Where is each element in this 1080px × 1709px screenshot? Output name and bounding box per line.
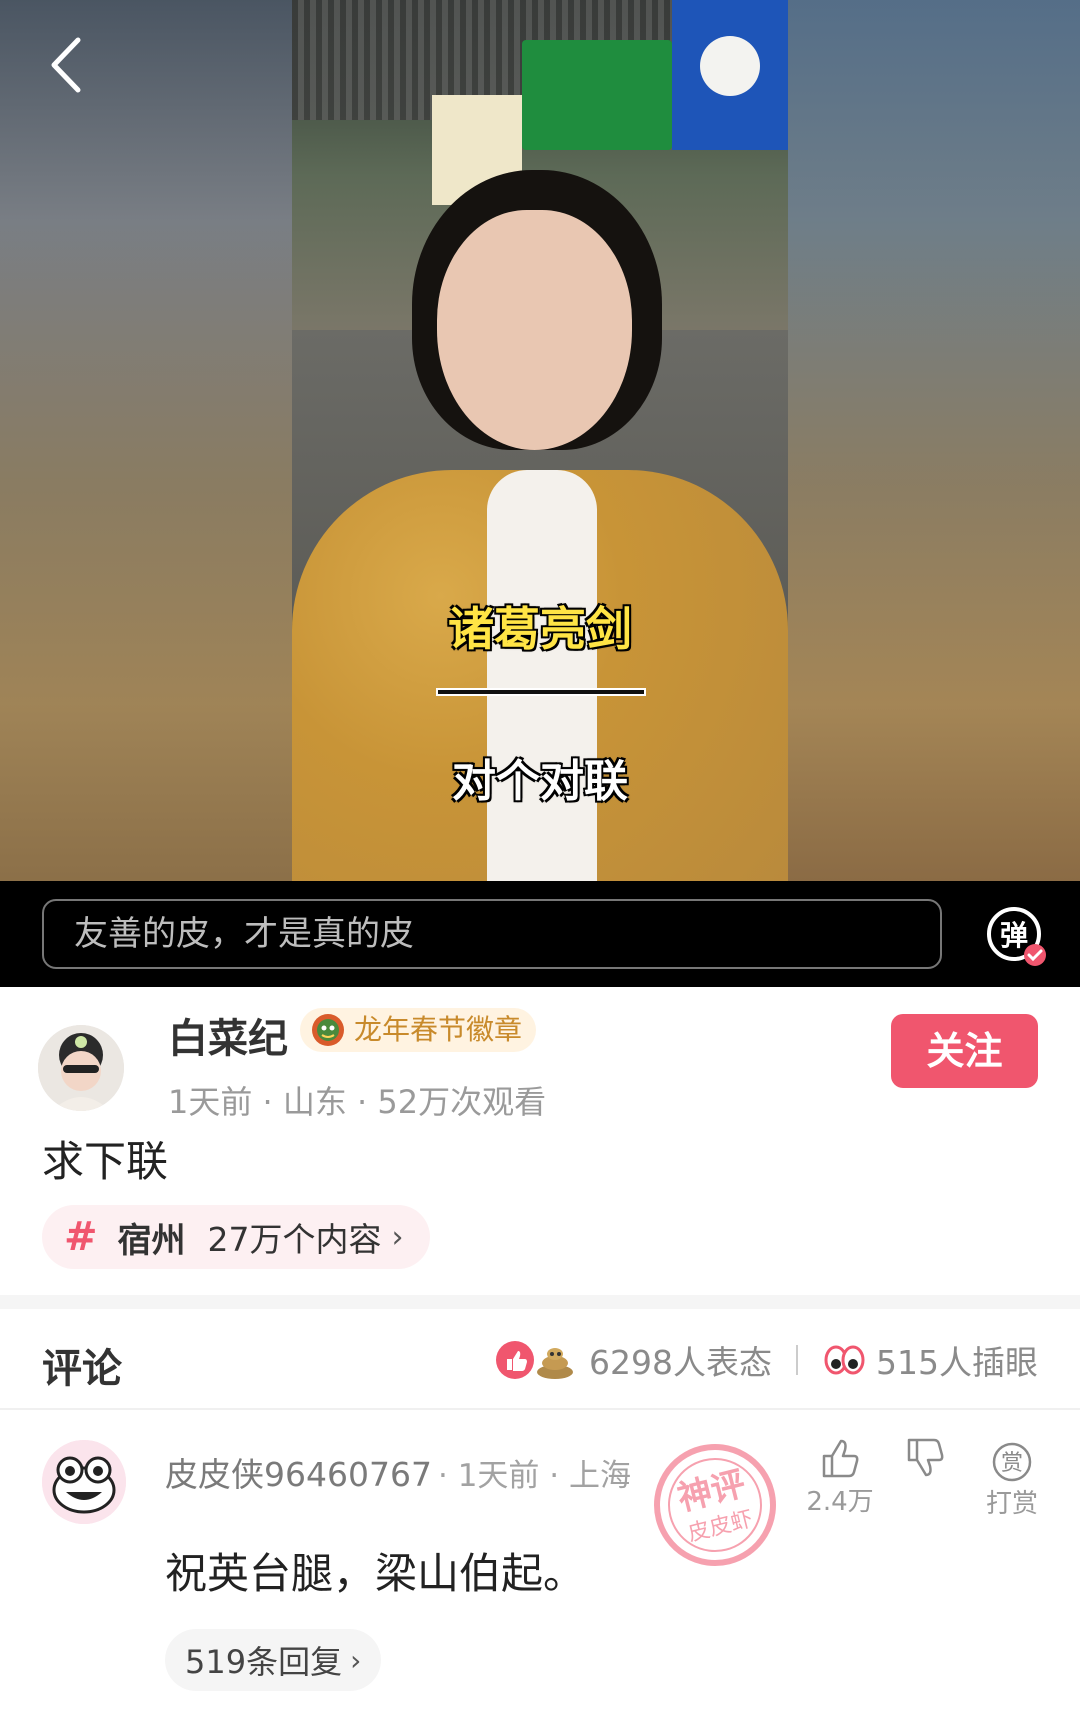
replies-count: 519条回复 <box>185 1643 343 1681</box>
video-person-face <box>437 210 632 450</box>
video-blue-sign <box>672 0 788 150</box>
topic-name: 宿州 <box>117 1220 186 1261</box>
video-caption-top: 诸葛亮剑 <box>448 602 632 656</box>
thumbs-up-icon <box>822 1439 859 1478</box>
commenter-avatar[interactable] <box>42 1440 126 1524</box>
video-person-shirt <box>487 470 597 881</box>
back-button[interactable] <box>40 30 100 100</box>
dragon-badge-icon <box>312 1014 344 1046</box>
eyes-count: 515人插眼 <box>876 1343 1038 1382</box>
dislike-button[interactable] <box>903 1436 955 1484</box>
header-divider <box>0 1408 1080 1410</box>
thumbs-down-icon <box>907 1438 944 1477</box>
video-caption-bottom: 对个对联 <box>452 756 628 807</box>
frog-avatar-icon <box>42 1440 126 1524</box>
commenter-name[interactable]: 皮皮侠96460767 <box>165 1448 432 1496</box>
reward-button[interactable]: 赏 <box>982 1440 1042 1488</box>
post-meta: 1天前 · 山东 · 52万次观看 <box>168 1083 547 1121</box>
reward-icon-text: 赏 <box>1001 1451 1023 1476</box>
video-blur-right <box>788 0 1080 881</box>
poop-reaction-icon <box>537 1348 574 1379</box>
replies-button[interactable]: 519条回复 › <box>165 1629 382 1691</box>
topic-count: 27万个内容 <box>207 1220 382 1259</box>
topic-chip[interactable]: # 宿州 27万个内容 › <box>42 1205 430 1269</box>
chevron-right-icon: › <box>350 1643 362 1677</box>
hashtag-icon: # <box>64 1214 98 1260</box>
chevron-right-icon: › <box>391 1219 404 1255</box>
author-avatar[interactable] <box>38 1025 124 1111</box>
reactions-summary[interactable]: 6298人表态 515人插眼 <box>493 1335 1038 1385</box>
chevron-left-icon <box>51 37 81 93</box>
author-avatar-image <box>38 1025 124 1111</box>
danmaku-input[interactable]: 友善的皮，才是真的皮 <box>42 899 942 969</box>
post-text: 求下联 <box>42 1137 169 1186</box>
like-count: 2.4万 <box>806 1487 874 1517</box>
comment-text: 祝英台腿，梁山伯起。 <box>165 1549 586 1598</box>
danmaku-icon-label: 弹 <box>1000 919 1028 952</box>
reactions-separator <box>796 1345 798 1375</box>
author-name[interactable]: 白菜纪 <box>168 1006 288 1064</box>
reactions-count: 6298人表态 <box>589 1343 772 1382</box>
comments-title: 评论 <box>42 1346 122 1392</box>
reward-icon: 赏 <box>992 1442 1032 1482</box>
like-button[interactable] <box>805 1436 875 1484</box>
thumbs-up-reaction-icon <box>496 1341 535 1379</box>
section-divider <box>0 1295 1080 1309</box>
danmaku-icon: 弹 <box>987 907 1046 966</box>
video-green-sign <box>522 40 672 150</box>
god-comment-stamp: 神评 皮皮虾 <box>654 1444 776 1566</box>
eyes-icon <box>824 1345 865 1375</box>
follow-button[interactable]: 关注 <box>891 1014 1038 1088</box>
reward-label: 打赏 <box>985 1489 1038 1519</box>
badge-label: 龙年春节徽章 <box>354 1013 523 1046</box>
video-caption-divider <box>438 690 644 694</box>
danmaku-toggle-button[interactable]: 弹 <box>985 905 1047 967</box>
video-blur-left <box>0 0 292 881</box>
danmaku-bar: 友善的皮，才是真的皮 弹 <box>0 881 1080 987</box>
festival-badge[interactable]: 龙年春节徽章 <box>300 1008 537 1052</box>
comment-meta: · 1天前 · 上海 <box>438 1458 631 1494</box>
